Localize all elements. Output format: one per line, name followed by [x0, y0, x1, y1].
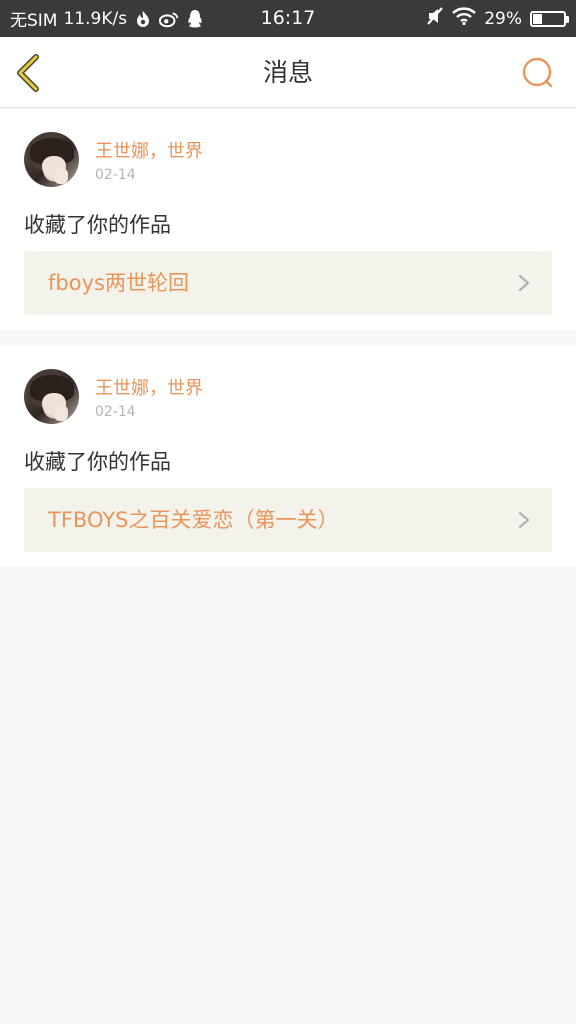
status-right: 29% — [418, 0, 569, 37]
back-button[interactable] — [12, 53, 52, 93]
battery-level — [533, 13, 542, 24]
chevron-left-icon — [17, 54, 39, 92]
work-link[interactable]: TFBOYS之百关爱恋（第一关） — [24, 488, 552, 552]
chevron-right-icon — [518, 274, 530, 292]
network-speed: 11.9K/s — [63, 8, 128, 29]
work-title: TFBOYS之百关爱恋（第一关） — [48, 508, 339, 532]
message-card: 王世娜，世界 02-14 收藏了你的作品 TFBOYS之百关爱恋（第一关） — [0, 346, 576, 567]
message-text: 收藏了你的作品 — [24, 213, 171, 237]
carrier-label: 无SIM — [10, 11, 58, 31]
qq-icon — [185, 9, 205, 29]
flame-icon — [133, 9, 153, 29]
work-link[interactable]: fboys两世轮回 — [24, 251, 552, 315]
avatar[interactable] — [24, 369, 79, 424]
sender-name[interactable]: 王世娜，世界 — [95, 137, 203, 163]
sender-name[interactable]: 王世娜，世界 — [95, 374, 203, 400]
search-button[interactable] — [520, 56, 556, 92]
status-bar: 无SIM 11.9K/s 16:17 29% — [0, 0, 576, 37]
message-date: 02-14 — [95, 404, 136, 420]
chevron-right-icon — [518, 511, 530, 529]
avatar[interactable] — [24, 132, 79, 187]
message-text: 收藏了你的作品 — [24, 450, 171, 474]
work-title: fboys两世轮回 — [48, 271, 189, 295]
battery-percent: 29% — [484, 8, 522, 29]
weibo-icon — [159, 9, 179, 29]
search-icon — [522, 57, 553, 88]
message-date: 02-14 — [95, 167, 136, 183]
mute-icon — [426, 6, 444, 31]
battery-icon — [530, 10, 569, 27]
nav-bar: 消息 — [0, 37, 576, 108]
message-card: 王世娜，世界 02-14 收藏了你的作品 fboys两世轮回 — [0, 109, 576, 330]
wifi-icon — [452, 7, 477, 30]
page-title: 消息 — [262, 58, 313, 87]
status-left: 无SIM 11.9K/s — [10, 0, 211, 37]
